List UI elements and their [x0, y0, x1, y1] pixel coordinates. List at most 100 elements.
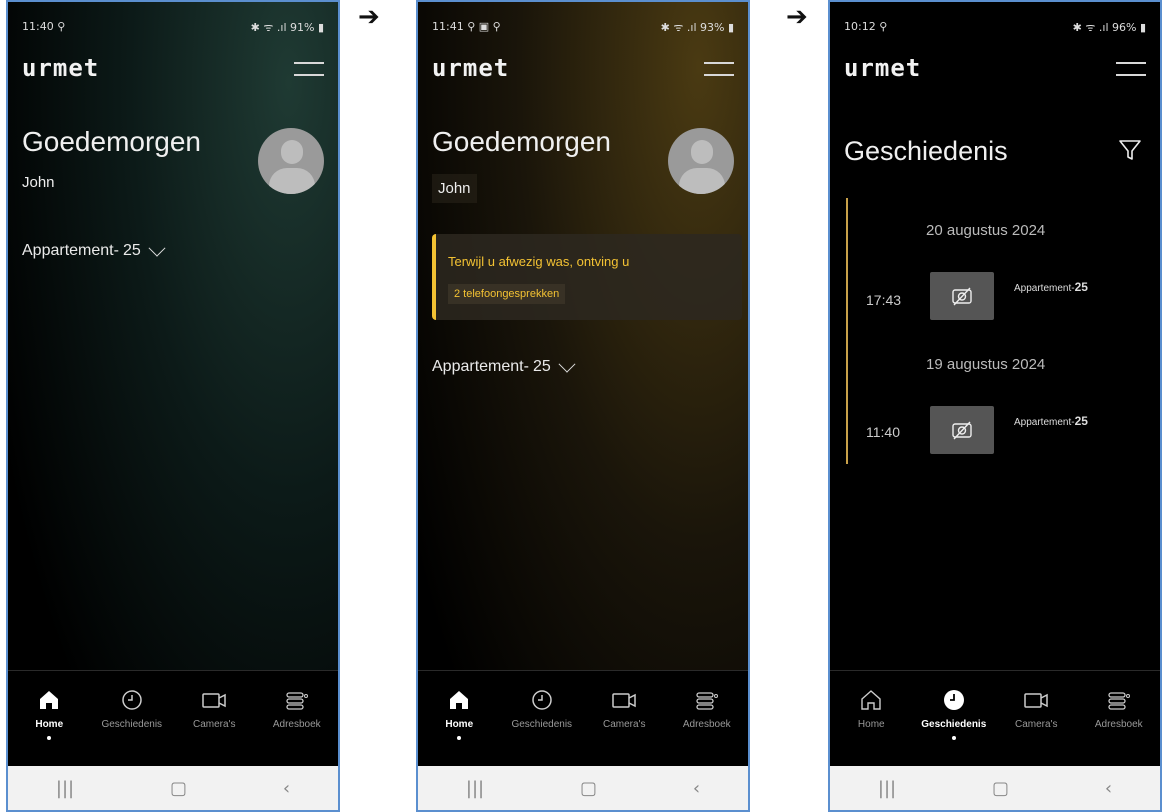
no-image-thumbnail[interactable]: [930, 272, 994, 320]
urmet-logo: urmet: [432, 54, 510, 82]
active-indicator: [457, 736, 462, 740]
chevron-down-icon: [558, 355, 576, 373]
back-button[interactable]: ‹: [1105, 778, 1112, 799]
recent-apps-button[interactable]: |||: [56, 778, 74, 799]
home-button[interactable]: ▢: [992, 778, 1009, 799]
nav-addressbook-label: Adresboek: [1094, 719, 1143, 730]
nav-cameras[interactable]: Camera's: [174, 671, 254, 770]
nav-history-label: Geschiedenis: [101, 719, 163, 730]
nav-home[interactable]: Home: [9, 671, 89, 770]
phone-screen-history: 10:12 ⚲ ✱ ᯤ .ıl 96% ▮ urmet Geschiedenis…: [828, 0, 1162, 812]
addressbook-icon: [696, 692, 718, 710]
flow-arrow-2: ➔: [786, 2, 808, 32]
camera-icon: [612, 693, 636, 708]
nav-home[interactable]: Home: [419, 671, 499, 770]
apartment-number: 25: [532, 358, 551, 375]
no-image-thumbnail[interactable]: [930, 406, 994, 454]
apartment-number: 25: [122, 242, 141, 259]
history-time: 11:40: [866, 424, 900, 440]
bottom-navigation: Home Geschiedenis Camera's Adresboek: [830, 670, 1160, 770]
status-bar: 11:41 ⚲ ▣ ⚲ ✱ ᯤ .ıl 93% ▮: [418, 2, 748, 38]
page-title: Geschiedenis: [844, 136, 1008, 166]
home-icon: [450, 691, 469, 709]
addressbook-icon: [1108, 692, 1130, 710]
system-navigation: ||| ▢ ‹: [830, 766, 1160, 810]
status-time: 11:41 ⚲ ▣ ⚲: [432, 20, 501, 33]
home-icon: [861, 690, 881, 710]
greeting-title: Goedemorgen: [432, 126, 612, 157]
nav-addressbook-label: Adresboek: [682, 719, 731, 730]
nav-addressbook-label: Adresboek: [272, 719, 321, 730]
history-apartment: Appartement-25: [1014, 280, 1088, 294]
avatar[interactable]: [258, 128, 324, 194]
home-button[interactable]: ▢: [580, 778, 597, 799]
missed-calls-notice[interactable]: Terwijl u afwezig was, ontving u 2 telef…: [432, 234, 742, 320]
back-button[interactable]: ‹: [693, 778, 700, 799]
history-apartment-label: Appartement-: [1014, 417, 1075, 428]
timeline-line: [846, 198, 848, 464]
history-apartment-number: 25: [1074, 414, 1088, 428]
history-date: 19 augustus 2024: [926, 356, 1046, 373]
phone-screen-home: 11:40 ⚲ ✱ ᯤ .ıl 91% ▮ urmet Goedemorgen …: [6, 0, 340, 812]
nav-home-label: Home: [857, 719, 885, 730]
nav-addressbook[interactable]: Adresboek: [667, 671, 747, 770]
nav-cameras-label: Camera's: [603, 719, 646, 730]
system-navigation: ||| ▢ ‹: [8, 766, 338, 810]
clock-icon: [532, 690, 552, 710]
active-indicator: [47, 736, 52, 740]
nav-history[interactable]: Geschiedenis: [914, 671, 994, 770]
bottom-navigation: Home Geschiedenis Camera's Adresboek: [418, 670, 748, 770]
apartment-label: Appartement-: [22, 242, 119, 259]
home-button[interactable]: ▢: [170, 778, 187, 799]
addressbook-icon: [286, 692, 308, 710]
status-bar: 10:12 ⚲ ✱ ᯤ .ıl 96% ▮: [830, 2, 1160, 38]
back-button[interactable]: ‹: [283, 778, 290, 799]
home-icon: [40, 691, 59, 709]
history-apartment-number: 25: [1074, 280, 1088, 294]
system-navigation: ||| ▢ ‹: [418, 766, 748, 810]
nav-addressbook[interactable]: Adresboek: [1079, 671, 1159, 770]
status-indicators: ✱ ᯤ .ıl 93% ▮: [660, 21, 734, 34]
phone-screen-home-notice: 11:41 ⚲ ▣ ⚲ ✱ ᯤ .ıl 93% ▮ urmet Goedemor…: [416, 0, 750, 812]
no-camera-icon: [952, 421, 972, 440]
nav-home-label: Home: [445, 719, 474, 730]
active-indicator: [951, 736, 956, 740]
user-name: John: [22, 174, 55, 191]
nav-history[interactable]: Geschiedenis: [502, 671, 582, 770]
notice-text: Terwijl u afwezig was, ontving u: [448, 254, 630, 269]
nav-cameras[interactable]: Camera's: [996, 671, 1076, 770]
menu-icon[interactable]: [294, 62, 324, 76]
menu-icon[interactable]: [704, 62, 734, 76]
history-apartment: Appartement-25: [1014, 414, 1088, 428]
nav-cameras-label: Camera's: [193, 719, 236, 730]
history-apartment-label: Appartement-: [1014, 283, 1075, 294]
camera-icon: [202, 693, 226, 708]
history-date: 20 augustus 2024: [926, 222, 1046, 239]
nav-addressbook[interactable]: Adresboek: [257, 671, 337, 770]
chevron-down-icon: [148, 239, 166, 257]
recent-apps-button[interactable]: |||: [878, 778, 896, 799]
clock-icon: [122, 690, 142, 710]
recent-apps-button[interactable]: |||: [466, 778, 484, 799]
apartment-selector[interactable]: Appartement- 25: [432, 355, 576, 376]
status-time: 11:40 ⚲: [22, 20, 66, 33]
bottom-navigation: Home Geschiedenis Camera's Adresboek: [8, 670, 338, 770]
nav-cameras[interactable]: Camera's: [584, 671, 664, 770]
camera-icon: [1024, 693, 1048, 708]
nav-cameras-label: Camera's: [1015, 719, 1058, 730]
apartment-selector[interactable]: Appartement- 25: [22, 239, 166, 260]
nav-home[interactable]: Home: [831, 671, 911, 770]
apartment-label: Appartement-: [432, 358, 529, 375]
nav-history[interactable]: Geschiedenis: [92, 671, 172, 770]
flow-arrow-1: ➔: [358, 2, 380, 32]
menu-icon[interactable]: [1116, 62, 1146, 76]
nav-home-label: Home: [35, 719, 64, 730]
no-camera-icon: [952, 287, 972, 306]
status-bar: 11:40 ⚲ ✱ ᯤ .ıl 91% ▮: [8, 2, 338, 38]
notice-detail[interactable]: 2 telefoongesprekken: [448, 284, 566, 304]
avatar[interactable]: [668, 128, 734, 194]
nav-history-label: Geschiedenis: [921, 719, 987, 730]
history-time: 17:43: [866, 292, 902, 308]
nav-history-label: Geschiedenis: [511, 719, 573, 730]
filter-icon[interactable]: [1118, 138, 1142, 162]
